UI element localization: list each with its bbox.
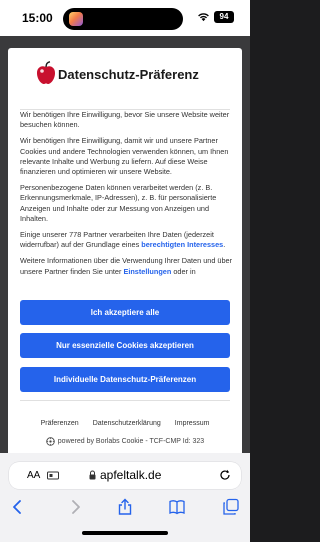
consent-paragraph: Einige unserer 778 Partner verarbeiten I… — [20, 230, 232, 250]
extension-icon[interactable] — [47, 471, 59, 480]
dynamic-island — [63, 8, 183, 30]
app-activity-icon — [69, 12, 83, 26]
wifi-icon — [198, 13, 209, 22]
footer-links: Präferenzen Datenschutzerklärung Impress… — [8, 420, 242, 427]
consent-paragraph: Wir benötigen Ihre Einwilligung, bevor S… — [20, 110, 230, 130]
privacy-statement-link[interactable]: Datenschutzerklärung — [93, 420, 161, 427]
home-indicator — [82, 531, 168, 535]
individual-preferences-button[interactable]: Individuelle Datenschutz-Präferenzen — [20, 367, 230, 392]
consent-paragraph: Wir benötigen Ihre Einwilligung, damit w… — [20, 136, 229, 177]
consent-paragraph: Personenbezogene Daten können verarbeite… — [20, 183, 217, 223]
reload-icon[interactable] — [219, 469, 231, 481]
safari-toolbar: AA apfeltalk.de — [0, 453, 250, 542]
dialog-header: Datenschutz-Präferenz — [8, 48, 242, 102]
dialog-title: Datenschutz-Präferenz — [58, 67, 199, 82]
chevron-left-icon[interactable] — [9, 498, 27, 516]
accept-all-button[interactable]: Ich akzeptiere alle — [20, 300, 230, 325]
accept-essential-button[interactable]: Nur essenzielle Cookies akzeptieren — [20, 333, 230, 358]
powered-by-text: powered by Borlabs Cookie - TCF-CMP Id: … — [57, 438, 205, 445]
imprint-link[interactable]: Impressum — [175, 420, 210, 427]
chevron-right-icon[interactable] — [66, 498, 84, 516]
battery-indicator: 94 — [214, 11, 234, 23]
book-icon[interactable] — [168, 498, 186, 516]
footer-divider — [20, 400, 230, 401]
share-icon[interactable] — [116, 498, 134, 516]
apple-logo-icon — [37, 61, 55, 84]
consent-text-span: oder in — [173, 266, 196, 276]
tabs-icon[interactable] — [222, 498, 240, 516]
address-bar[interactable]: AA apfeltalk.de — [9, 462, 241, 489]
status-time: 15:00 — [22, 11, 53, 25]
preferences-link[interactable]: Präferenzen — [41, 420, 79, 427]
cookie-consent-dialog: Datenschutz-Präferenz Wir benötigen Ihre… — [8, 48, 242, 460]
powered-by: powered by Borlabs Cookie - TCF-CMP Id: … — [0, 437, 250, 448]
consent-paragraph: Weitere Informationen über die Verwendun… — [20, 256, 232, 276]
settings-link[interactable]: Einstellungen — [123, 267, 171, 276]
status-bar: 15:00 94 — [0, 0, 250, 36]
reader-settings-button[interactable]: AA — [27, 470, 40, 481]
consent-text-span: . — [223, 240, 226, 250]
lock-icon — [89, 470, 96, 480]
borlabs-cookie-icon — [46, 437, 55, 446]
legitimate-interest-link[interactable]: berechtigten Interesses — [141, 240, 223, 249]
url-text[interactable]: apfeltalk.de — [100, 468, 161, 482]
bottom-toolbar — [0, 498, 250, 518]
